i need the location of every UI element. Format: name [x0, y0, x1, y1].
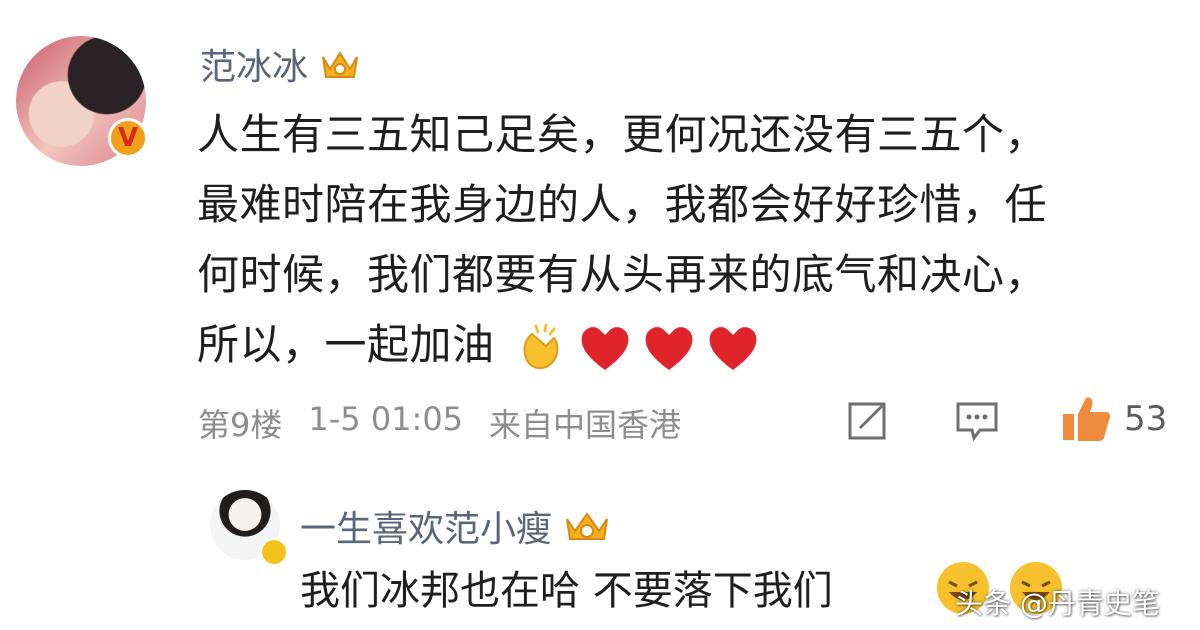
watermark: 头条 @丹青史笔 [955, 587, 1160, 620]
crown-icon [322, 51, 359, 78]
red-heart-icon [710, 326, 757, 370]
edit-icon[interactable] [846, 398, 890, 442]
comment-line: 人生有三五知己足矣，更何况还没有三五个， [197, 110, 1048, 159]
reply-username-row: 一生喜欢范小瘦 [300, 500, 610, 552]
comment-icon[interactable] [954, 398, 1000, 442]
comment-text: 人生有三五知己足矣，更何况还没有三五个， 最难时陪在我身边的人，我都会好好珍惜，… [197, 100, 1177, 380]
timestamp: 1-5 01:05 [308, 400, 464, 438]
comment-line: 所以，一起加油 [197, 320, 495, 369]
comment-line: 最难时陪在我身边的人，我都会好好珍惜，任 [197, 180, 1048, 229]
comment-meta: 第9楼 1-5 01:05 来自中国香港 [198, 400, 681, 446]
avatar[interactable]: V [16, 36, 148, 166]
comment-username[interactable]: 范冰冰 [200, 38, 308, 90]
like-count: 53 [1124, 399, 1168, 439]
comment-username-row: 范冰冰 [200, 38, 360, 90]
like-button[interactable]: 53 [1060, 394, 1167, 444]
floor-label: 第9楼 [198, 406, 283, 444]
thumbs-up-icon [1063, 397, 1110, 441]
reply-avatar[interactable] [210, 490, 288, 566]
reply-text: 我们冰邦也在哈 不要落下我们 [300, 568, 833, 614]
clapping-hands-icon [523, 323, 559, 369]
emoji-row [516, 322, 760, 374]
crown-icon [566, 512, 609, 540]
member-badge-icon [260, 538, 288, 566]
verified-v-icon: V [108, 118, 148, 158]
red-heart-icon [582, 326, 629, 370]
location-label: 来自中国香港 [489, 406, 682, 444]
reply-username[interactable]: 一生喜欢范小瘦 [300, 500, 552, 552]
comment-line: 何时候，我们都要有从头再来的底气和决心， [197, 250, 1048, 299]
red-heart-icon [646, 326, 693, 370]
comment-line-last: 所以，一起加油 [197, 310, 1177, 380]
